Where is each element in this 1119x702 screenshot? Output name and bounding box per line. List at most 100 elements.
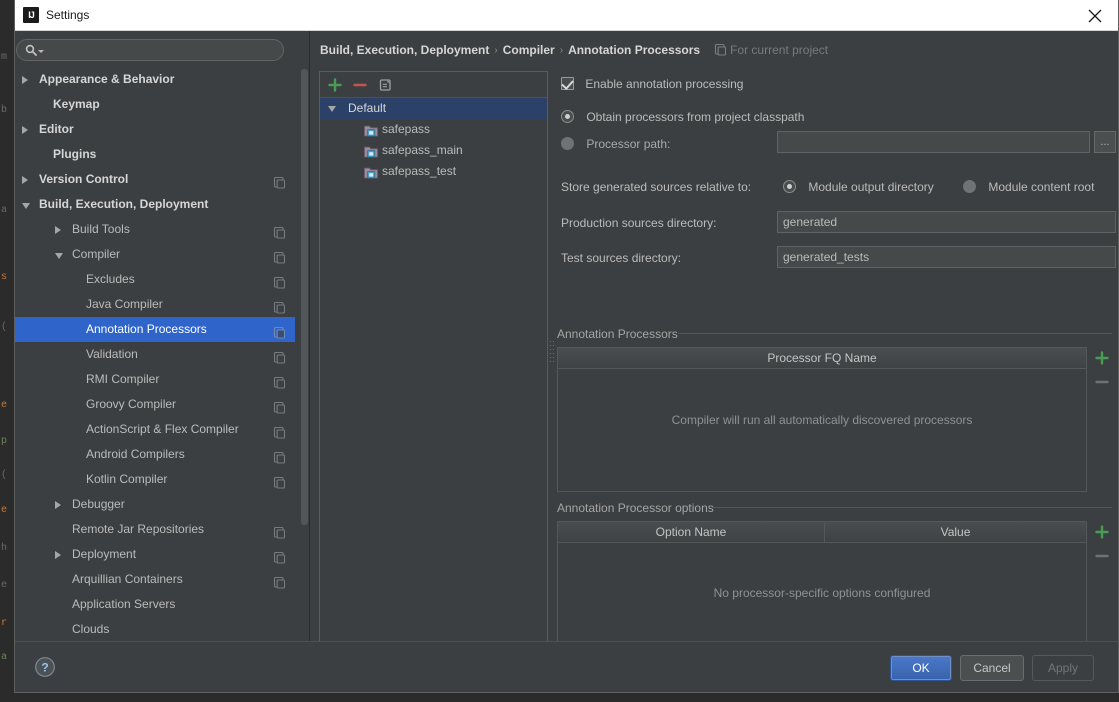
processors-remove-button: [1093, 373, 1111, 391]
processor-path-row[interactable]: Processor path:: [561, 136, 670, 152]
settings-tree[interactable]: Appearance & Behavior Keymap Editor Plugins…: [15, 67, 295, 641]
sidebar-item-build-execution-deployment[interactable]: Build, Execution, Deployment: [15, 192, 295, 217]
store-relative-content-root-row[interactable]: Module content root: [963, 179, 1094, 195]
chevron-right-icon[interactable]: [22, 76, 28, 84]
processors-add-button[interactable]: [1093, 349, 1111, 367]
obtain-from-classpath-row[interactable]: Obtain processors from project classpath: [561, 109, 804, 125]
processor-path-input[interactable]: [777, 131, 1090, 153]
sidebar-item-build-tools[interactable]: Build Tools: [15, 217, 295, 242]
sidebar-item-appearance-behavior[interactable]: Appearance & Behavior: [15, 67, 295, 92]
processor-path-label: Processor path:: [586, 137, 671, 151]
project-scope-icon: [714, 43, 727, 56]
module-label: safepass_main: [382, 143, 463, 157]
sidebar-item-plugins[interactable]: Plugins: [15, 142, 295, 167]
sidebar-item-actionscript-flex-compiler[interactable]: ActionScript & Flex Compiler: [15, 417, 295, 442]
sidebar-item-label: Version Control: [39, 172, 129, 186]
breadcrumb-crumb-2[interactable]: Annotation Processors: [568, 43, 700, 57]
sidebar-item-keymap[interactable]: Keymap: [15, 92, 295, 117]
plus-icon[interactable]: [326, 76, 344, 94]
sidebar-item-clouds[interactable]: Clouds: [15, 617, 295, 641]
sidebar-item-annotation-processors[interactable]: Annotation Processors: [15, 317, 295, 342]
chevron-down-icon[interactable]: [38, 50, 44, 53]
chevron-down-icon[interactable]: [328, 106, 336, 112]
background-editor: m b a s ( e p ( e h e r a: [0, 0, 14, 702]
sidebar-item-android-compilers[interactable]: Android Compilers: [15, 442, 295, 467]
project-scope-icon: [273, 548, 286, 564]
sidebar-item-groovy-compiler[interactable]: Groovy Compiler: [15, 392, 295, 417]
sidebar-item-version-control[interactable]: Version Control: [15, 167, 295, 192]
options-table[interactable]: Option Name Value No processor-specific …: [557, 521, 1087, 653]
profile-toolbar: [320, 72, 547, 98]
chevron-right-icon[interactable]: [55, 501, 61, 509]
search-input[interactable]: [47, 42, 277, 59]
project-scope-icon: [273, 273, 286, 289]
profile-module-list[interactable]: Default safepass safepass_main safepass_tes…: [320, 98, 547, 657]
sidebar-item-label: Application Servers: [72, 597, 176, 611]
module-row[interactable]: safepass: [320, 119, 547, 140]
project-scope-icon: [273, 473, 286, 489]
project-scope-icon: [273, 323, 286, 339]
module-content-root-radio[interactable]: [963, 180, 976, 193]
breadcrumb-crumb-1[interactable]: Compiler: [503, 43, 555, 57]
options-section-rule: [712, 507, 1112, 508]
chevron-right-icon[interactable]: [22, 176, 28, 184]
enable-annotation-processing-row[interactable]: Enable annotation processing: [561, 76, 743, 92]
settings-tree-scrollbar-thumb[interactable]: [301, 69, 308, 525]
module-row[interactable]: safepass_test: [320, 161, 547, 182]
sidebar-item-kotlin-compiler[interactable]: Kotlin Compiler: [15, 467, 295, 492]
chevron-down-icon[interactable]: [55, 253, 63, 259]
sidebar-item-label: Appearance & Behavior: [39, 72, 175, 86]
test-sources-input[interactable]: [777, 246, 1116, 268]
chevron-right-icon[interactable]: [22, 126, 28, 134]
processor-path-browse-button[interactable]: ...: [1094, 131, 1116, 153]
sidebar-item-label: Arquillian Containers: [72, 572, 183, 586]
search-input-box[interactable]: [16, 39, 284, 61]
module-output-directory-radio[interactable]: [783, 180, 796, 193]
close-icon[interactable]: [1072, 0, 1118, 30]
sidebar-item-compiler[interactable]: Compiler: [15, 242, 295, 267]
enable-annotation-processing-checkbox[interactable]: [561, 77, 574, 90]
sidebar-item-label: Java Compiler: [86, 297, 163, 311]
sidebar-item-validation[interactable]: Validation: [15, 342, 295, 367]
options-add-button[interactable]: [1093, 523, 1111, 541]
sidebar-item-arquillian-containers[interactable]: Arquillian Containers: [15, 567, 295, 592]
store-relative-label-row: Store generated sources relative to:: [561, 179, 751, 195]
processors-table-buttons: [1091, 347, 1113, 407]
minus-icon[interactable]: [351, 76, 369, 94]
help-icon[interactable]: ?: [34, 656, 56, 678]
cancel-button[interactable]: Cancel: [960, 655, 1024, 681]
project-scope-icon: [273, 248, 286, 264]
processors-table[interactable]: Processor FQ Name Compiler will run all …: [557, 347, 1087, 492]
sidebar-item-debugger[interactable]: Debugger: [15, 492, 295, 517]
sidebar-item-deployment[interactable]: Deployment: [15, 542, 295, 567]
intellij-idea-icon: [23, 6, 39, 24]
svg-text:?: ?: [41, 660, 48, 674]
processors-table-header: Processor FQ Name: [558, 348, 1086, 369]
profile-row[interactable]: Default: [320, 98, 547, 119]
breadcrumb-crumb-0[interactable]: Build, Execution, Deployment: [320, 43, 489, 57]
ok-button[interactable]: OK: [890, 655, 952, 681]
panel-splitter-grip[interactable]: [549, 339, 555, 365]
store-relative-module-output-row[interactable]: Module output directory: [783, 179, 934, 195]
chevron-right-icon[interactable]: [55, 226, 61, 234]
processors-table-col-0[interactable]: Processor FQ Name: [558, 348, 1086, 368]
sidebar-item-editor[interactable]: Editor: [15, 117, 295, 142]
sidebar-item-excludes[interactable]: Excludes: [15, 267, 295, 292]
sidebar-item-remote-jar-repositories[interactable]: Remote Jar Repositories: [15, 517, 295, 542]
project-scope-icon: [273, 398, 286, 414]
processor-path-radio[interactable]: [561, 137, 574, 150]
processors-section-rule: [678, 333, 1112, 334]
sidebar-item-label: Excludes: [86, 272, 135, 286]
options-table-col-1[interactable]: Value: [825, 522, 1086, 542]
copy-profile-icon[interactable]: [376, 76, 394, 94]
sidebar-item-application-servers[interactable]: Application Servers: [15, 592, 295, 617]
sidebar-item-java-compiler[interactable]: Java Compiler: [15, 292, 295, 317]
obtain-from-classpath-radio[interactable]: [561, 110, 574, 123]
module-row[interactable]: safepass_main: [320, 140, 547, 161]
chevron-right-icon[interactable]: [55, 551, 61, 559]
sidebar-item-label: Kotlin Compiler: [86, 472, 168, 486]
sidebar-item-rmi-compiler[interactable]: RMI Compiler: [15, 367, 295, 392]
production-sources-input[interactable]: [777, 211, 1116, 233]
options-table-col-0[interactable]: Option Name: [558, 522, 824, 542]
chevron-down-icon[interactable]: [22, 203, 30, 209]
